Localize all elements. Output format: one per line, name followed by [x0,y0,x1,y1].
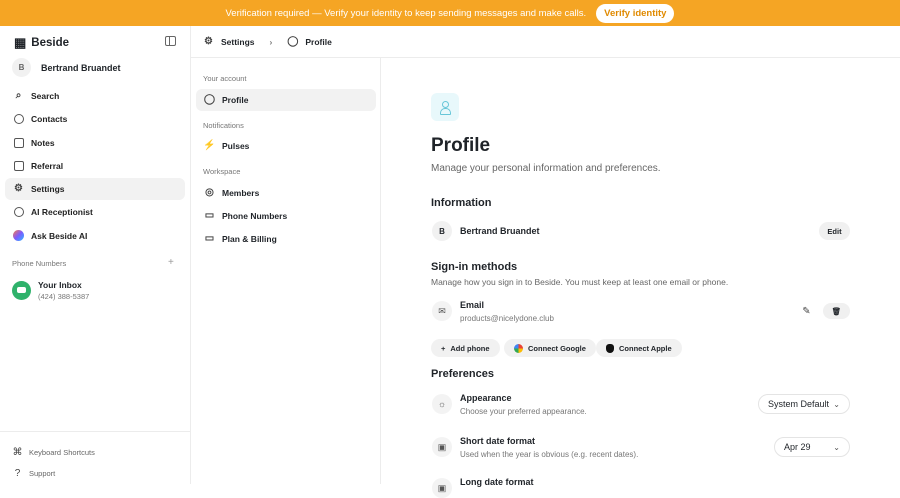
sidebar-item-label: Referral [31,160,64,171]
sidebar-item-label: Ask Beside AI [31,230,88,241]
inbox-icon [12,281,31,300]
logo-icon: ▦ [14,35,27,50]
page-title: Profile [431,135,491,156]
referral-icon [13,160,24,171]
page-subtitle: Manage your personal information and pre… [431,163,661,174]
contacts-icon [13,114,24,125]
connect-google-button[interactable]: Connect Google [504,339,596,357]
add-phone-button[interactable]: + Add phone [431,339,500,357]
email-value: products@nicelydone.club [460,314,554,323]
calendar-icon: ▣ [432,437,452,457]
settings-item-profile[interactable]: ◯ Profile [196,89,376,111]
inbox-number: (424) 388-5387 [38,292,90,301]
notes-icon [13,137,24,148]
sidebar-item-label: Notes [31,137,55,148]
search-icon: ⌕ [15,90,22,101]
verification-banner: Verification required — Verify your iden… [0,0,900,26]
receptionist-icon [13,207,24,218]
settings-nav: Your account ◯ Profile Notifications ⚡ Pul… [191,58,381,484]
sidebar-item-search[interactable]: ⌕ Search [5,85,185,107]
profile-icon: ◯ [203,94,216,105]
sidebar-item-label: AI Receptionist [31,207,93,218]
settings-item-members[interactable]: ◎ Members [196,182,376,204]
trash-icon: 🗑 [831,306,842,316]
breadcrumb: ⚙ Settings › ◯ Profile [191,26,900,58]
connect-apple-button[interactable]: Connect Apple [596,339,682,357]
profile-name: Bertrand Bruandet [460,226,540,236]
phone-numbers-label: Phone Numbers [12,259,67,268]
inbox-item[interactable]: Your Inbox (424) 388-5387 [12,280,89,301]
phone-icon: ▭ [204,210,215,221]
settings-item-phone-numbers[interactable]: ▭ Phone Numbers [196,205,376,227]
tab-profile[interactable]: ◯ Profile [287,35,332,47]
chevron-down-icon: ⌄ [833,442,840,452]
delete-email-button[interactable]: 🗑 [823,303,850,319]
add-number-icon[interactable]: + [168,257,174,268]
email-icon: ✉ [432,301,452,321]
section-notifications: Notifications [203,121,244,130]
sidebar-item-label: Contacts [31,114,68,125]
tab-settings[interactable]: ⚙ Settings [203,36,255,47]
help-icon: ? [14,467,21,479]
apple-icon [606,343,614,353]
appearance-select[interactable]: System Default ⌄ [758,394,850,414]
brand[interactable]: ▦ Beside [14,35,69,51]
signin-description: Manage how you sign in to Beside. You mu… [431,277,729,287]
brand-name: Beside [31,37,70,49]
main-nav: ⌕ Search Contacts Notes Referral ⚙ Setting… [5,85,185,248]
section-workspace: Workspace [203,167,241,176]
pencil-icon[interactable]: ✎ [801,306,812,317]
sidebar-item-label: Settings [31,184,65,195]
sidebar-item-label: Search [31,91,60,101]
chevron-right-icon: › [269,36,273,47]
short-date-title: Short date format [460,436,536,446]
banner-message: Verification required — Verify your iden… [225,7,587,19]
billing-icon: ▭ [204,233,215,244]
verify-identity-button[interactable]: Verify identity [596,3,675,23]
information-heading: Information [431,197,492,209]
sun-icon: ☼ [432,394,452,414]
user-menu[interactable]: B Bertrand Bruandet [12,58,121,77]
short-date-select[interactable]: Apr 29 ⌄ [774,437,850,457]
plus-icon: + [441,343,446,353]
profile-icon: ◯ [287,35,299,47]
avatar: B [432,221,452,241]
preferences-heading: Preferences [431,368,494,380]
edit-button[interactable]: Edit [819,222,850,240]
sidebar-item-ask-beside-ai[interactable]: Ask Beside AI [5,225,185,247]
email-title: Email [460,300,485,310]
signin-heading: Sign-in methods [431,261,518,273]
keyboard-shortcuts-link[interactable]: ⌘ Keyboard Shortcuts [0,442,190,463]
sidebar-toggle-icon[interactable] [165,36,176,46]
shortcut-icon: ⌘ [12,446,23,458]
sidebar: ▦ Beside B Bertrand Bruandet ⌕ Search Cont… [0,26,191,484]
short-date-description: Used when the year is obvious (e.g. rece… [460,450,639,459]
gear-icon: ⚙ [204,35,213,47]
avatar: B [12,58,31,77]
support-link[interactable]: ? Support [0,463,190,484]
calendar-icon: ▣ [432,478,452,498]
chevron-down-icon: ⌄ [833,399,840,409]
sidebar-item-contacts[interactable]: Contacts [5,108,185,130]
sidebar-item-settings[interactable]: ⚙ Settings [5,178,185,201]
members-icon: ◎ [205,187,214,198]
google-icon [514,343,523,353]
inbox-name: Your Inbox [38,280,82,290]
settings-item-pulses[interactable]: ⚡ Pulses [196,135,376,157]
sidebar-item-referral[interactable]: Referral [5,155,185,177]
user-name: Bertrand Bruandet [41,62,121,73]
sidebar-item-notes[interactable]: Notes [5,132,185,154]
gear-icon: ⚙ [14,183,23,195]
settings-item-plan-billing[interactable]: ▭ Plan & Billing [196,228,376,250]
section-your-account: Your account [203,74,247,83]
pulse-icon: ⚡ [203,140,216,151]
profile-content: Profile Manage your personal information… [381,58,900,498]
sidebar-item-ai-receptionist[interactable]: AI Receptionist [5,201,185,223]
sidebar-footer: ⌘ Keyboard Shortcuts ? Support [0,431,190,484]
long-date-title: Long date format [460,477,534,487]
appearance-title: Appearance [460,393,512,403]
ai-icon [13,230,24,242]
profile-badge-icon [431,93,459,121]
appearance-description: Choose your preferred appearance. [460,407,587,416]
